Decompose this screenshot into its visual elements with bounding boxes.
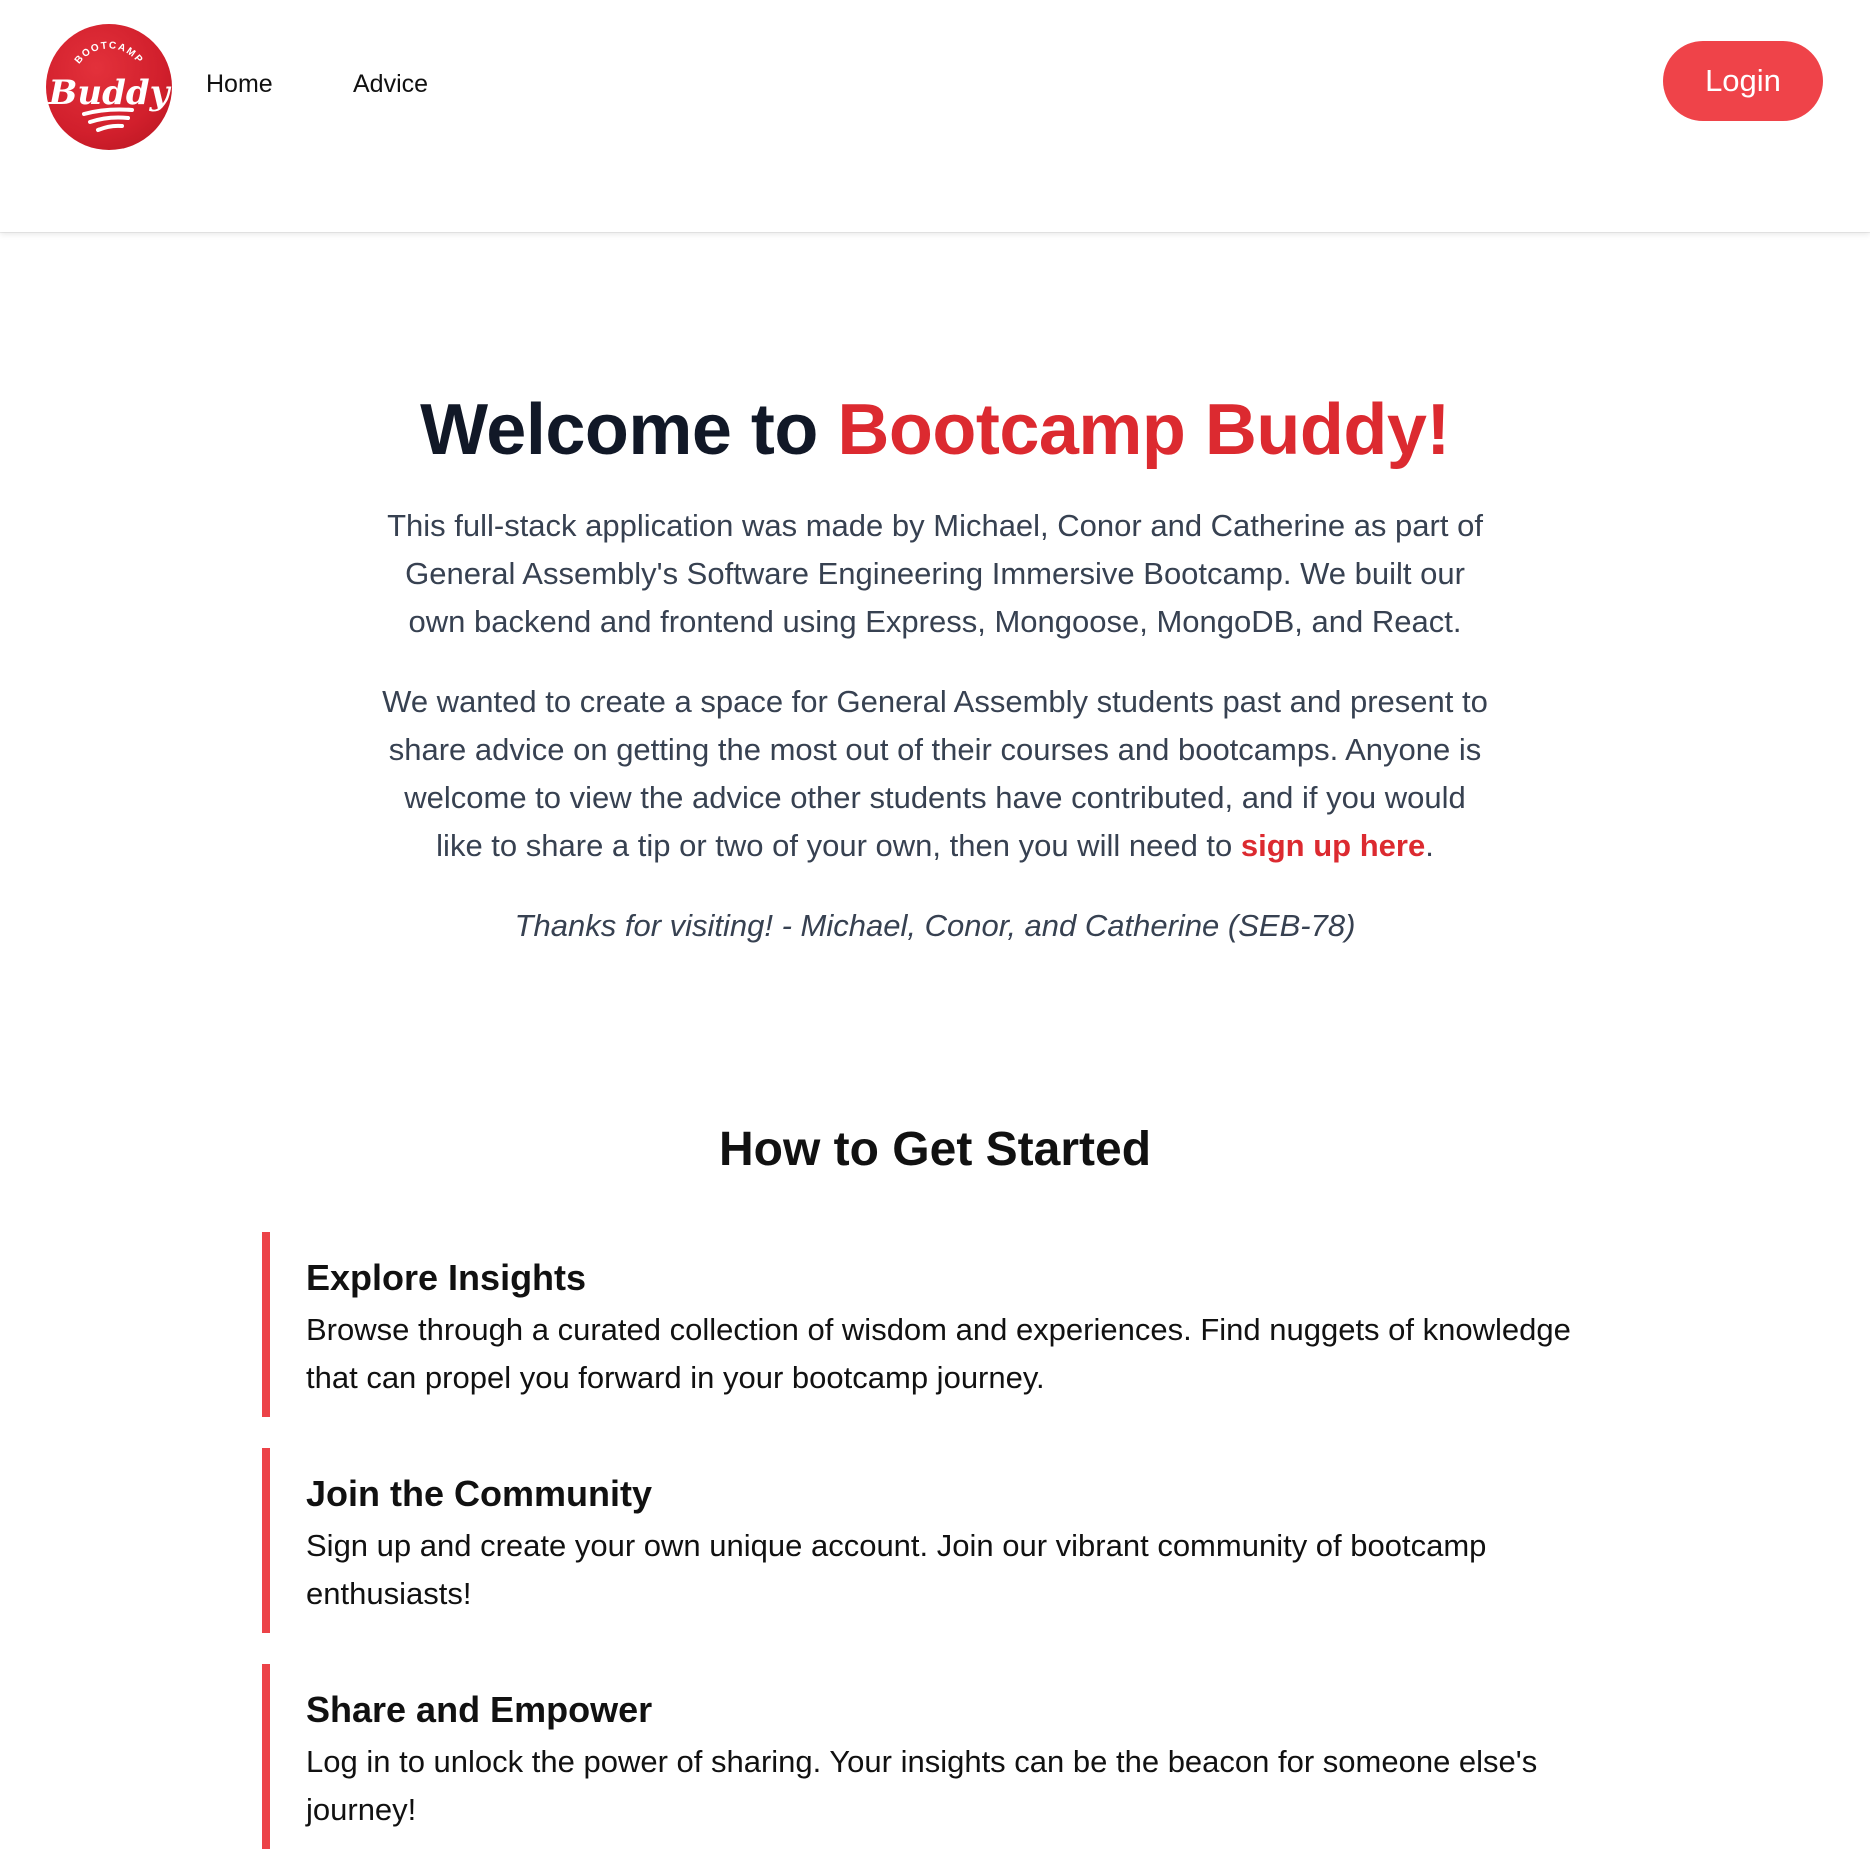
step-description: Log in to unlock the power of sharing. Y… (306, 1744, 1538, 1827)
step-heading: Share and Empower (306, 1689, 653, 1730)
sign-up-link[interactable]: sign up here (1241, 828, 1425, 863)
logo-icon: BOOTCAMP Buddy (48, 40, 172, 132)
navbar: BOOTCAMP Buddy Home Advice Login (0, 0, 1870, 232)
title-prefix: Welcome to (420, 390, 838, 470)
title-accent: Bootcamp Buddy! (837, 390, 1450, 470)
svg-text:BOOTCAMP: BOOTCAMP (73, 40, 145, 66)
signoff-text: Thanks for visiting! - Michael, Conor, a… (514, 908, 1356, 943)
step-share-empower: Share and Empower Log in to unlock the p… (262, 1664, 1622, 1849)
purpose-paragraph: We wanted to create a space for General … (380, 678, 1490, 870)
step-join-community: Join the Community Sign up and create yo… (262, 1448, 1622, 1633)
bootcamp-buddy-logo[interactable]: BOOTCAMP Buddy (46, 24, 172, 150)
svg-text:Buddy: Buddy (48, 73, 172, 113)
step-heading: Join the Community (306, 1473, 653, 1514)
step-explore-insights: Explore Insights Browse through a curate… (262, 1232, 1622, 1417)
step-heading: Explore Insights (306, 1257, 587, 1298)
nav-home-link[interactable]: Home (206, 70, 273, 99)
how-to-get-started-heading: How to Get Started (718, 1123, 1152, 1176)
login-button[interactable]: Login (1663, 41, 1823, 121)
nav-advice-link[interactable]: Advice (353, 70, 428, 99)
step-description: Sign up and create your own unique accou… (306, 1528, 1487, 1611)
step-description: Browse through a curated collection of w… (306, 1312, 1571, 1395)
page-title: Welcome to Bootcamp Buddy! (0, 380, 1870, 480)
purpose-text-end: . (1425, 828, 1434, 863)
intro-paragraph: This full-stack application was made by … (387, 508, 1483, 639)
hero-section: Welcome to Bootcamp Buddy! This full-sta… (0, 380, 1870, 950)
